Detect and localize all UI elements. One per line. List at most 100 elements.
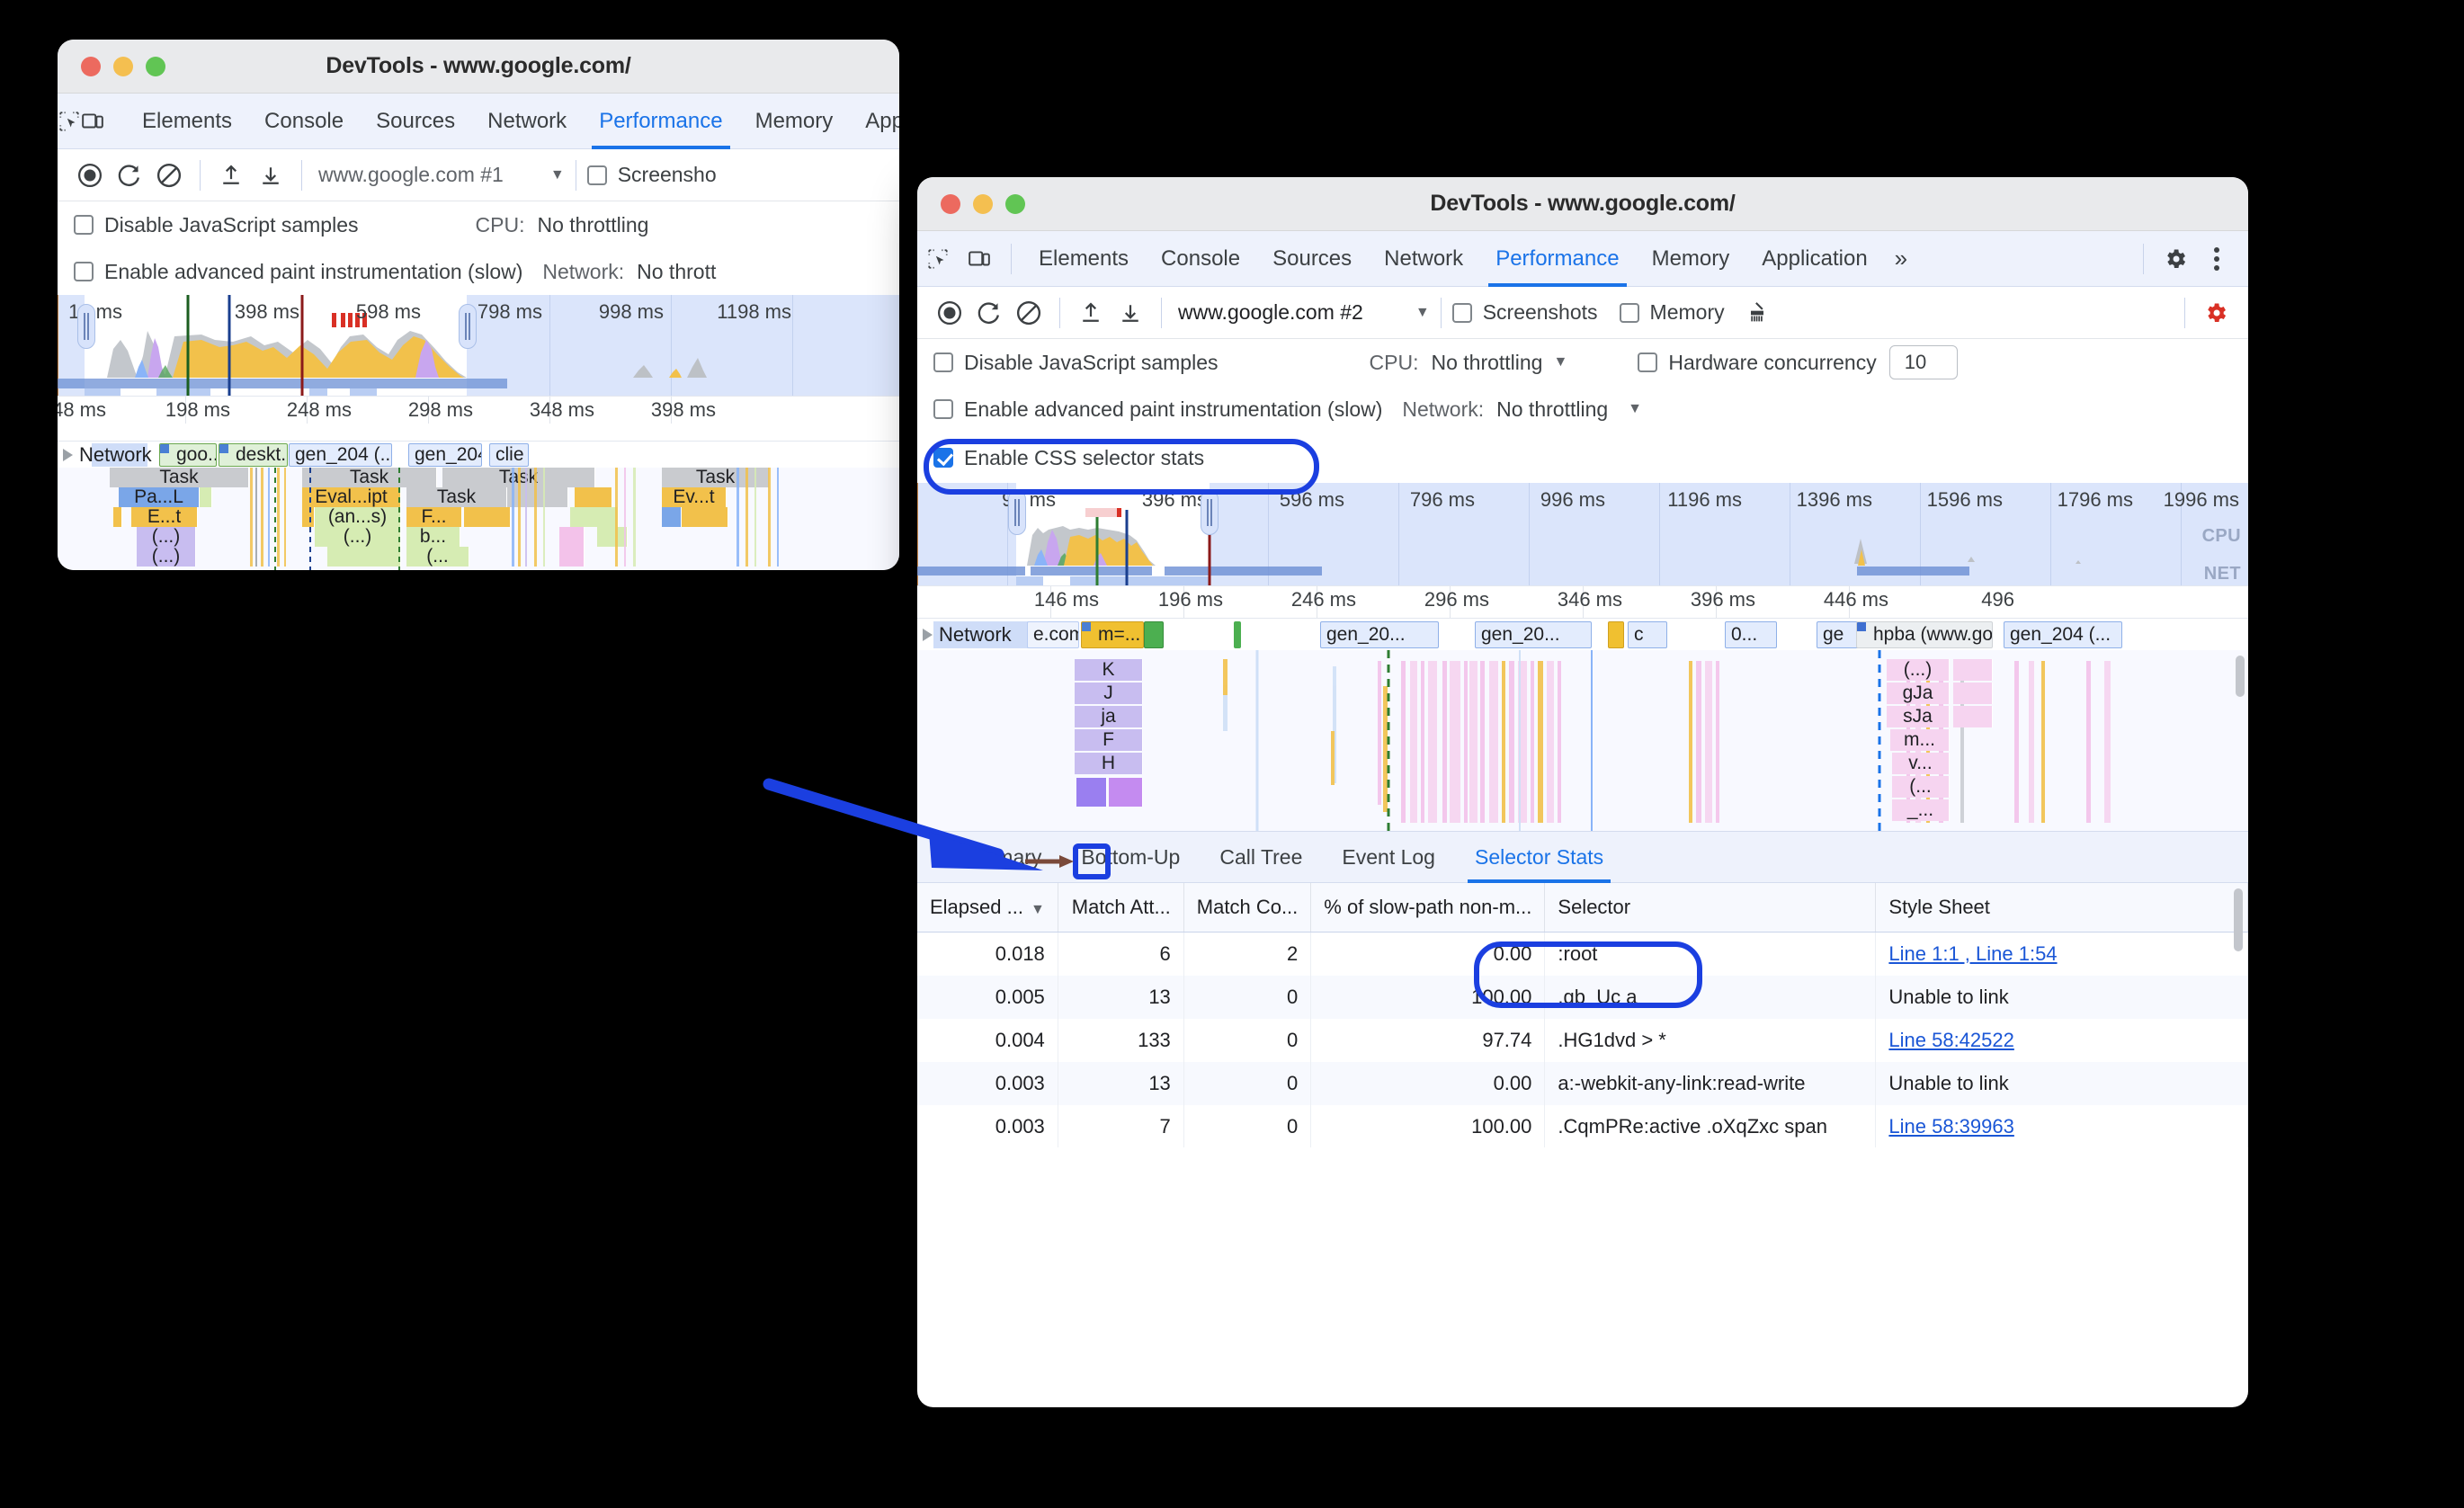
overview-handle-right-back[interactable] [459,304,477,349]
network-request-bar[interactable]: gen_20... [1320,621,1439,648]
network-request-bar[interactable]: c [1628,621,1667,648]
timeline-ruler-front[interactable]: 146 ms 196 ms 246 ms 296 ms 346 ms 396 m… [917,585,2248,618]
network-request-bar[interactable]: e.com [1027,621,1079,648]
column-header-match-attempts[interactable]: Match Att... [1058,883,1184,932]
network-request-bar[interactable]: gen_20... [1475,621,1592,648]
detail-tab-event-log[interactable]: Event Log [1322,831,1455,883]
flame-block[interactable]: K [1075,659,1143,681]
flame-block[interactable]: F... [406,507,462,527]
tab-application[interactable]: Application [849,94,899,149]
flame-block[interactable] [1953,706,1993,727]
screenshots-checkbox-box[interactable] [586,165,607,185]
disable-js-samples-checkbox-back[interactable]: Disable JavaScript samples [74,213,359,237]
devtools-window-back[interactable]: DevTools - www.google.com/ Elements Cons… [58,40,899,570]
flame-block[interactable]: (...) [1887,659,1950,681]
network-request-bar[interactable]: goo... [159,443,217,467]
timeline-overview-back[interactable]: 19 ms 398 ms 598 ms 798 ms 998 ms 1198 m… [58,295,899,396]
timeline-overview-front[interactable]: 96 ms 396 ms 596 ms 796 ms 996 ms 1196 m… [917,483,2248,585]
network-request-bar[interactable]: gen_204 (... [2004,621,2122,648]
device-toolbar-icon[interactable] [959,238,1000,280]
detail-tabs-front[interactable]: Summary Bottom-Up Call Tree Event Log Se… [917,831,2248,883]
screenshots-checkbox-box[interactable] [1451,302,1472,323]
overview-handle-right-front[interactable] [1201,490,1219,535]
reload-and-record-icon[interactable] [110,156,149,195]
garbage-collect-icon[interactable] [1737,293,1777,333]
disable-js-samples-box[interactable] [74,215,94,235]
load-profile-icon[interactable] [1071,293,1111,333]
selected-flame-block[interactable] [1076,778,1107,807]
tab-sources[interactable]: Sources [360,94,471,149]
settings-row-2-front[interactable]: Enable advanced paint instrumentation (s… [917,386,2248,433]
network-track-back[interactable]: Network goo... deskt... gen_204 (... gen… [58,441,899,468]
selector-stats-panel[interactable]: Elapsed ... ▼ Match Att... Match Co... % … [917,883,2248,1147]
flame-block[interactable]: E...t [131,507,198,527]
network-throttle-value-front[interactable]: No throttling [1496,397,1608,422]
cpu-throttle-value-front[interactable]: No throttling [1431,351,1542,375]
flame-chart-scrollbar[interactable] [2236,656,2245,697]
flame-block[interactable]: m... [1890,729,1950,751]
save-profile-icon[interactable] [1111,293,1150,333]
table-body[interactable]: 0.018 6 2 0.00 :root Line 1:1 , Line 1:5… [917,932,2248,1147]
network-request-bar[interactable]: gen_204 [408,443,482,467]
tab-application[interactable]: Application [1745,231,1883,287]
flame-block[interactable] [464,507,511,527]
network-request-bar[interactable]: 0... [1725,621,1777,648]
save-profile-icon[interactable] [251,156,290,195]
network-request-bar[interactable]: m=... [1081,621,1144,648]
flame-block[interactable] [682,507,728,527]
detail-tab-bottom-up[interactable]: Bottom-Up [1061,831,1200,883]
advanced-paint-checkbox-front[interactable]: Enable advanced paint instrumentation (s… [933,397,1382,422]
tab-performance[interactable]: Performance [1479,231,1635,287]
flame-block[interactable]: (...) [137,547,196,567]
settings-row-1-front[interactable]: Disable JavaScript samples CPU: No throt… [917,339,2248,386]
inspect-element-icon[interactable] [58,101,81,142]
expand-triangle-icon[interactable] [923,629,933,641]
flame-block[interactable]: _... [1892,799,1950,821]
cpu-throttle-value-back[interactable]: No throttling [537,213,648,237]
performance-toolbar-front[interactable]: www.google.com #2 ▼ Screenshots Memory [917,287,2248,339]
more-tabs-icon[interactable]: » [1884,245,1918,272]
cpu-throttle-caret-icon[interactable]: ▼ [1553,354,1567,370]
tab-sources[interactable]: Sources [1256,231,1368,287]
flame-block[interactable] [575,487,612,507]
flame-block[interactable]: (...) [137,527,196,547]
inspect-element-icon[interactable] [917,238,959,280]
column-header-style-sheet[interactable]: Style Sheet [1875,883,2248,932]
stylesheet-link[interactable]: Line 58:42522 [1888,1029,2013,1051]
flame-block[interactable]: Task [406,487,507,507]
tab-memory[interactable]: Memory [1636,231,1746,287]
flame-block[interactable]: (... [406,547,469,567]
advanced-paint-checkbox-back[interactable]: Enable advanced paint instrumentation (s… [74,260,522,284]
memory-checkbox-box[interactable] [1619,302,1639,323]
network-request-bar[interactable] [1234,621,1241,648]
disable-js-samples-box[interactable] [933,352,953,372]
network-request-bar[interactable] [1608,621,1624,648]
settings-row-2-back[interactable]: Enable advanced paint instrumentation (s… [58,248,899,295]
stylesheet-link[interactable]: Line 1:1 , Line 1:54 [1888,942,2057,965]
chevron-down-icon[interactable]: ▼ [1415,305,1430,321]
network-track-front[interactable]: Network e.com m=... gen_20... gen_20... [917,618,2248,650]
flame-block[interactable]: F [1075,729,1143,751]
column-header-elapsed[interactable]: Elapsed ... ▼ [917,883,1058,932]
expand-triangle-icon[interactable] [63,449,73,461]
cell-stylesheet[interactable]: Line 58:42522 [1875,1019,2248,1062]
flame-block[interactable]: H [1075,753,1143,774]
target-selector-back[interactable]: www.google.com #1 [313,163,509,187]
settings-row-1-back[interactable]: Disable JavaScript samples CPU: No throt… [58,201,899,248]
flame-block[interactable]: Task [662,468,770,487]
css-selector-stats-box[interactable] [933,448,953,468]
flame-block[interactable] [1109,778,1143,807]
tab-performance[interactable]: Performance [583,94,738,149]
overview-handle-left-front[interactable] [1008,490,1026,535]
reload-and-record-icon[interactable] [969,293,1009,333]
flame-block[interactable]: (an...s) [315,507,401,527]
record-button-icon[interactable] [930,293,969,333]
advanced-paint-box[interactable] [933,399,953,419]
stylesheet-link[interactable]: Line 58:39963 [1888,1115,2013,1138]
network-track-label-front[interactable]: Network [923,621,1012,648]
capture-settings-gear-icon[interactable] [2196,293,2236,333]
flame-block[interactable]: b... [406,527,460,547]
selector-stats-scrollbar[interactable] [2234,888,2243,951]
more-options-icon[interactable] [2196,238,2237,280]
flame-chart-front[interactable]: K J ja F H (...) gJa sJa m... v... (... … [917,650,2248,831]
